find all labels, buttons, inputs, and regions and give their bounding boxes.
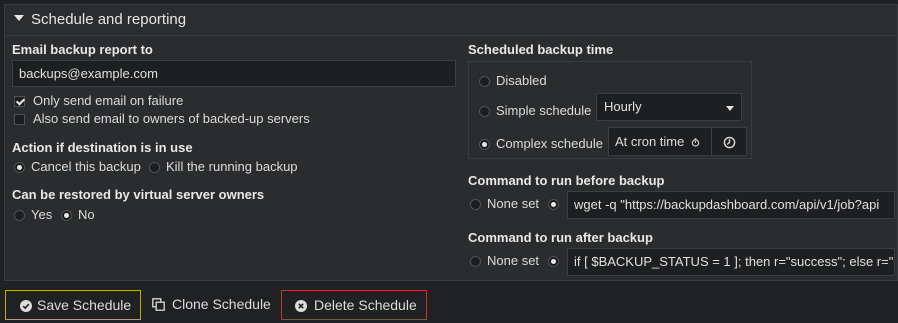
check-circle-icon [20,300,32,312]
only-failure-label: Only send email on failure [33,93,184,108]
cron-time-label: At cron time [615,134,685,149]
clone-schedule-label: Clone Schedule [172,296,271,312]
restore-no-label: No [78,207,95,222]
complex-schedule-radio[interactable] [479,139,490,150]
before-command-radio[interactable] [548,199,559,210]
simple-schedule-label: Simple schedule [496,103,592,118]
clone-schedule-button[interactable]: Clone Schedule [143,290,280,320]
owners-email-checkbox[interactable] [14,114,25,125]
email-report-label: Email backup report to [12,42,153,57]
save-schedule-label: Save Schedule [37,297,132,313]
simple-schedule-value: Hourly [604,99,642,114]
simple-schedule-select[interactable]: Hourly [596,93,742,121]
schedule-panel: Schedule and reporting Email backup repo… [4,4,898,281]
delete-schedule-label: Delete Schedule [314,297,417,313]
before-none-label: None set [487,196,540,211]
restore-yes-radio[interactable] [14,210,25,221]
before-none-radio[interactable] [470,199,481,210]
after-none-radio[interactable] [470,256,481,267]
after-command-input[interactable]: if [ $BACKUP_STATUS = 1 ]; then r="succe… [567,248,895,276]
cancel-backup-radio[interactable] [14,162,25,173]
panel-header[interactable]: Schedule and reporting [5,5,897,36]
cron-time-button[interactable]: At cron time [608,127,712,156]
clock-picker-button[interactable] [711,127,747,156]
collapse-caret-icon[interactable] [14,15,24,21]
simple-schedule-radio[interactable] [479,106,490,117]
clone-icon [152,298,165,311]
cancel-backup-label: Cancel this backup [31,159,141,174]
restore-no-radio[interactable] [61,210,72,221]
schedule-disabled-radio[interactable] [479,76,490,87]
save-schedule-button[interactable]: Save Schedule [5,290,141,320]
restore-owners-label: Can be restored by virtual server owners [12,187,265,202]
after-none-label: None set [487,253,540,268]
after-command-radio[interactable] [548,256,559,267]
schedule-disabled-label: Disabled [496,73,547,88]
times-circle-icon [295,300,307,312]
clock-icon [723,136,736,149]
panel-title: Schedule and reporting [31,11,187,28]
owners-email-label: Also send email to owners of backed-up s… [33,111,310,126]
before-command-label: Command to run before backup [468,173,665,188]
complex-schedule-label: Complex schedule [496,136,603,151]
timer-icon [691,138,700,147]
email-input[interactable]: backups@example.com [12,60,456,87]
destination-in-use-label: Action if destination is in use [12,140,193,155]
before-command-input[interactable]: wget -q "https://backupdashboard.com/api… [567,191,895,219]
delete-schedule-button[interactable]: Delete Schedule [281,290,427,320]
only-failure-checkbox[interactable] [14,96,25,107]
schedule-options-box: Disabled Simple schedule Hourly Complex … [468,61,752,159]
chevron-down-icon [726,106,734,111]
restore-yes-label: Yes [31,207,53,222]
scheduled-time-label: Scheduled backup time [468,42,614,57]
kill-backup-radio[interactable] [149,162,160,173]
after-command-label: Command to run after backup [468,230,653,245]
kill-backup-label: Kill the running backup [166,159,298,174]
